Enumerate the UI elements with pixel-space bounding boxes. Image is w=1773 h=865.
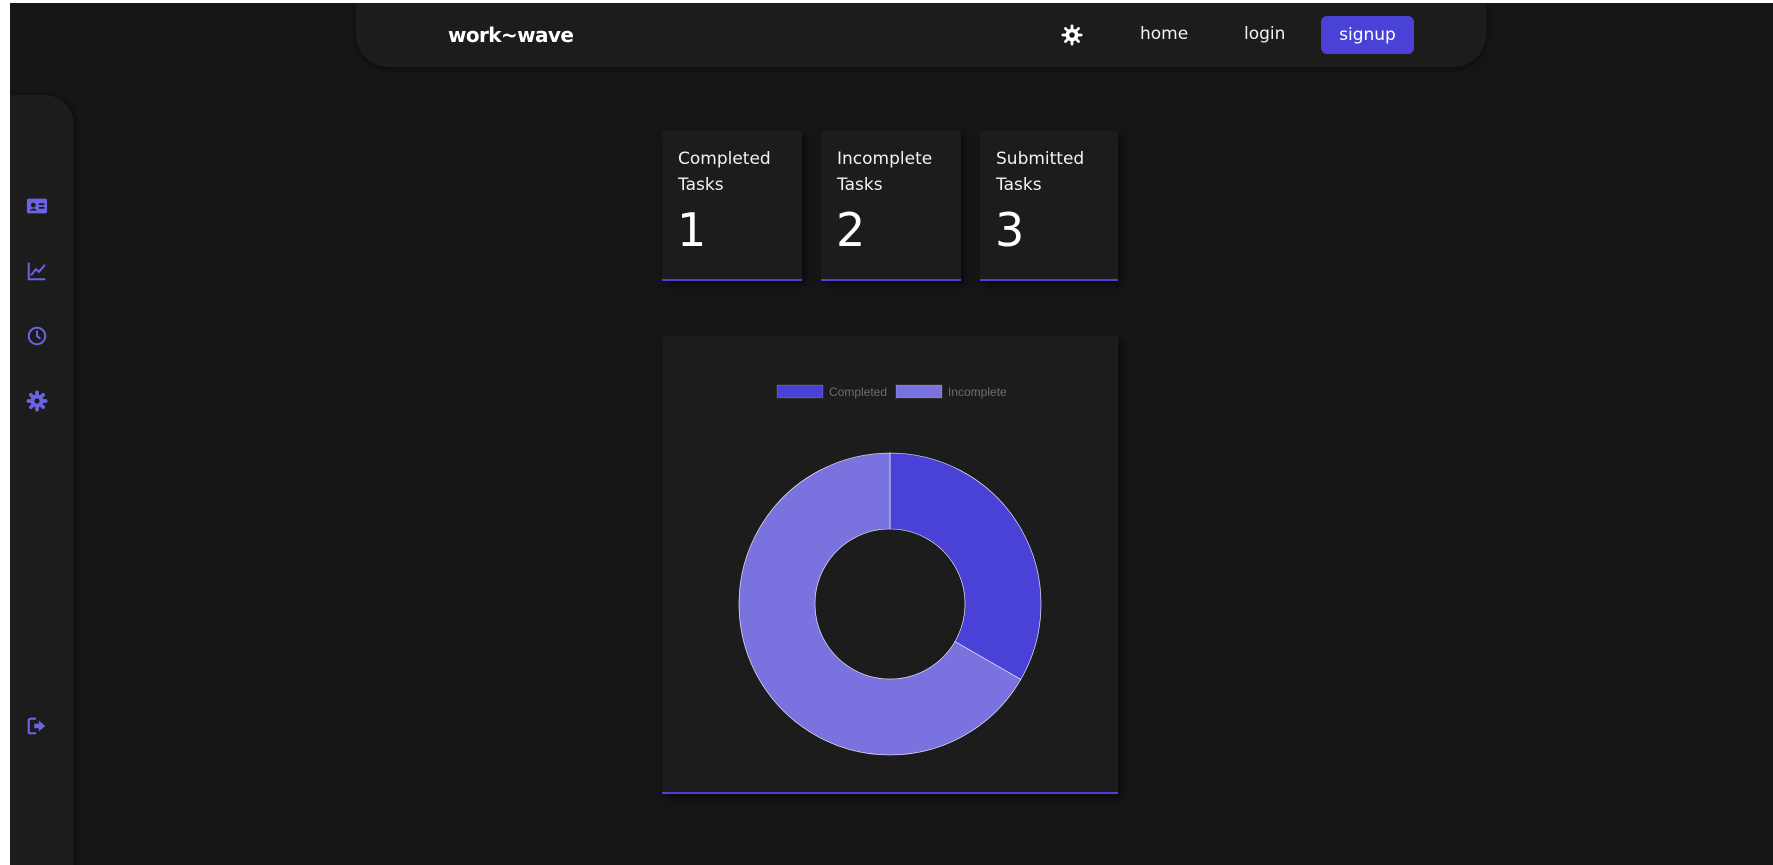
app-window: work~wave home login signup Completed Ta…	[10, 3, 1773, 865]
stat-label: Submitted Tasks	[996, 149, 1085, 195]
legend-label[interactable]: Completed	[829, 385, 887, 399]
clock-icon[interactable]	[26, 325, 48, 347]
stat-card-incomplete: Incomplete Tasks 2	[821, 131, 961, 281]
nav-home-link[interactable]: home	[1140, 24, 1188, 44]
sidebar	[10, 95, 74, 865]
stat-value: 3	[995, 203, 1025, 257]
legend-label[interactable]: Incomplete	[948, 385, 1007, 399]
gear-icon[interactable]	[26, 390, 48, 412]
stat-label: Incomplete Tasks	[837, 149, 933, 195]
line-chart-icon[interactable]	[26, 260, 48, 282]
doughnut-chart: Completed Incomplete	[738, 384, 1042, 756]
stat-card-submitted: Submitted Tasks 3	[980, 131, 1118, 281]
legend-swatch[interactable]	[895, 384, 943, 399]
legend-swatch[interactable]	[776, 384, 824, 399]
stat-value: 2	[836, 203, 866, 257]
stat-label: Completed Tasks	[678, 149, 771, 195]
nav-login-link[interactable]: login	[1244, 24, 1285, 44]
chart-slice-completed[interactable]	[889, 452, 1042, 680]
chart-card: Completed Incomplete	[662, 336, 1118, 794]
stat-value: 1	[677, 203, 707, 257]
top-navbar: work~wave home login signup	[356, 3, 1486, 67]
gear-icon[interactable]	[1061, 24, 1083, 46]
id-card-icon[interactable]	[26, 195, 48, 217]
logout-icon[interactable]	[26, 715, 48, 737]
signup-button[interactable]: signup	[1321, 16, 1414, 54]
brand-logo[interactable]: work~wave	[448, 23, 574, 47]
stat-card-completed: Completed Tasks 1	[662, 131, 802, 281]
